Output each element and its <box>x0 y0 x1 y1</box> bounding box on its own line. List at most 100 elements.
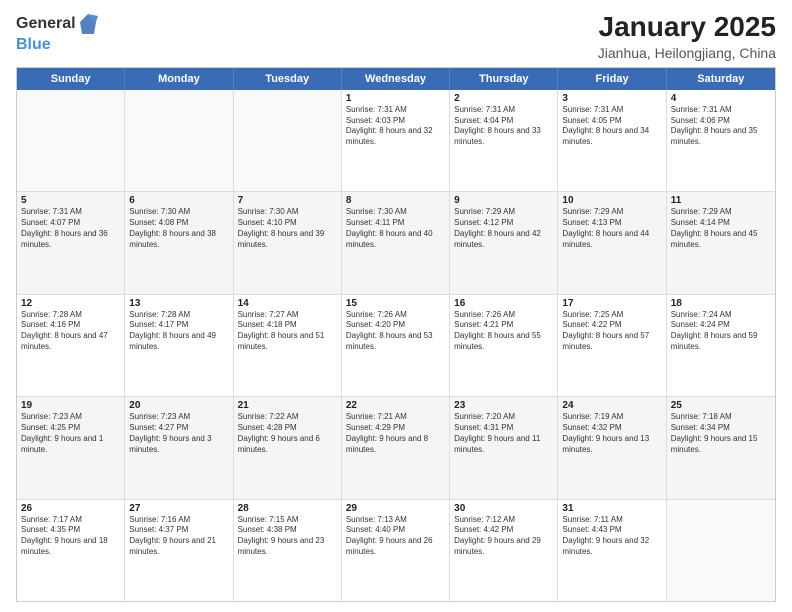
day-info: Sunrise: 7:30 AM Sunset: 4:08 PM Dayligh… <box>129 207 228 250</box>
day-number: 9 <box>454 195 553 206</box>
header: General Blue January 2025 Jianhua, Heilo… <box>16 12 776 61</box>
title-location: Jianhua, Heilongjiang, China <box>598 45 776 61</box>
day-number: 22 <box>346 400 445 411</box>
calendar-cell: 2Sunrise: 7:31 AM Sunset: 4:04 PM Daylig… <box>450 90 558 191</box>
calendar-week-4: 19Sunrise: 7:23 AM Sunset: 4:25 PM Dayli… <box>17 397 775 499</box>
day-info: Sunrise: 7:19 AM Sunset: 4:32 PM Dayligh… <box>562 412 661 455</box>
day-number: 12 <box>21 298 120 309</box>
day-number: 20 <box>129 400 228 411</box>
calendar-cell: 12Sunrise: 7:28 AM Sunset: 4:16 PM Dayli… <box>17 295 125 396</box>
calendar-cell: 21Sunrise: 7:22 AM Sunset: 4:28 PM Dayli… <box>234 397 342 498</box>
day-info: Sunrise: 7:13 AM Sunset: 4:40 PM Dayligh… <box>346 515 445 558</box>
calendar-cell <box>17 90 125 191</box>
day-number: 8 <box>346 195 445 206</box>
day-info: Sunrise: 7:29 AM Sunset: 4:12 PM Dayligh… <box>454 207 553 250</box>
day-number: 24 <box>562 400 661 411</box>
day-info: Sunrise: 7:16 AM Sunset: 4:37 PM Dayligh… <box>129 515 228 558</box>
day-info: Sunrise: 7:31 AM Sunset: 4:06 PM Dayligh… <box>671 105 771 148</box>
calendar-cell: 9Sunrise: 7:29 AM Sunset: 4:12 PM Daylig… <box>450 192 558 293</box>
col-tuesday: Tuesday <box>234 68 342 90</box>
day-info: Sunrise: 7:29 AM Sunset: 4:13 PM Dayligh… <box>562 207 661 250</box>
day-number: 3 <box>562 93 661 104</box>
calendar-week-1: 1Sunrise: 7:31 AM Sunset: 4:03 PM Daylig… <box>17 90 775 192</box>
day-number: 31 <box>562 503 661 514</box>
logo-blue: Blue <box>16 36 98 54</box>
calendar-cell: 11Sunrise: 7:29 AM Sunset: 4:14 PM Dayli… <box>667 192 775 293</box>
logo-icon <box>78 12 98 36</box>
day-info: Sunrise: 7:27 AM Sunset: 4:18 PM Dayligh… <box>238 310 337 353</box>
title-month: January 2025 <box>598 12 776 43</box>
day-number: 10 <box>562 195 661 206</box>
day-number: 14 <box>238 298 337 309</box>
calendar-cell: 28Sunrise: 7:15 AM Sunset: 4:38 PM Dayli… <box>234 500 342 601</box>
day-number: 13 <box>129 298 228 309</box>
day-info: Sunrise: 7:31 AM Sunset: 4:07 PM Dayligh… <box>21 207 120 250</box>
calendar-cell: 26Sunrise: 7:17 AM Sunset: 4:35 PM Dayli… <box>17 500 125 601</box>
day-info: Sunrise: 7:21 AM Sunset: 4:29 PM Dayligh… <box>346 412 445 455</box>
day-number: 6 <box>129 195 228 206</box>
day-info: Sunrise: 7:31 AM Sunset: 4:04 PM Dayligh… <box>454 105 553 148</box>
day-number: 29 <box>346 503 445 514</box>
calendar-cell: 29Sunrise: 7:13 AM Sunset: 4:40 PM Dayli… <box>342 500 450 601</box>
day-number: 27 <box>129 503 228 514</box>
calendar-cell: 22Sunrise: 7:21 AM Sunset: 4:29 PM Dayli… <box>342 397 450 498</box>
day-number: 28 <box>238 503 337 514</box>
calendar-cell: 23Sunrise: 7:20 AM Sunset: 4:31 PM Dayli… <box>450 397 558 498</box>
day-number: 1 <box>346 93 445 104</box>
day-number: 2 <box>454 93 553 104</box>
day-info: Sunrise: 7:30 AM Sunset: 4:10 PM Dayligh… <box>238 207 337 250</box>
col-monday: Monday <box>125 68 233 90</box>
day-number: 18 <box>671 298 771 309</box>
calendar-cell: 18Sunrise: 7:24 AM Sunset: 4:24 PM Dayli… <box>667 295 775 396</box>
page: General Blue January 2025 Jianhua, Heilo… <box>0 0 792 612</box>
day-number: 4 <box>671 93 771 104</box>
calendar-header: Sunday Monday Tuesday Wednesday Thursday… <box>17 68 775 90</box>
calendar-cell <box>125 90 233 191</box>
calendar-cell: 25Sunrise: 7:18 AM Sunset: 4:34 PM Dayli… <box>667 397 775 498</box>
calendar-week-2: 5Sunrise: 7:31 AM Sunset: 4:07 PM Daylig… <box>17 192 775 294</box>
day-info: Sunrise: 7:30 AM Sunset: 4:11 PM Dayligh… <box>346 207 445 250</box>
title-block: January 2025 Jianhua, Heilongjiang, Chin… <box>598 12 776 61</box>
day-number: 7 <box>238 195 337 206</box>
day-number: 19 <box>21 400 120 411</box>
calendar-cell: 13Sunrise: 7:28 AM Sunset: 4:17 PM Dayli… <box>125 295 233 396</box>
day-info: Sunrise: 7:18 AM Sunset: 4:34 PM Dayligh… <box>671 412 771 455</box>
col-sunday: Sunday <box>17 68 125 90</box>
day-info: Sunrise: 7:26 AM Sunset: 4:21 PM Dayligh… <box>454 310 553 353</box>
calendar-cell: 4Sunrise: 7:31 AM Sunset: 4:06 PM Daylig… <box>667 90 775 191</box>
logo: General Blue <box>16 12 98 54</box>
col-friday: Friday <box>558 68 666 90</box>
day-info: Sunrise: 7:28 AM Sunset: 4:17 PM Dayligh… <box>129 310 228 353</box>
day-info: Sunrise: 7:15 AM Sunset: 4:38 PM Dayligh… <box>238 515 337 558</box>
calendar-cell: 5Sunrise: 7:31 AM Sunset: 4:07 PM Daylig… <box>17 192 125 293</box>
col-thursday: Thursday <box>450 68 558 90</box>
day-info: Sunrise: 7:12 AM Sunset: 4:42 PM Dayligh… <box>454 515 553 558</box>
day-info: Sunrise: 7:31 AM Sunset: 4:05 PM Dayligh… <box>562 105 661 148</box>
day-number: 21 <box>238 400 337 411</box>
day-info: Sunrise: 7:17 AM Sunset: 4:35 PM Dayligh… <box>21 515 120 558</box>
calendar-cell: 8Sunrise: 7:30 AM Sunset: 4:11 PM Daylig… <box>342 192 450 293</box>
day-number: 30 <box>454 503 553 514</box>
day-info: Sunrise: 7:22 AM Sunset: 4:28 PM Dayligh… <box>238 412 337 455</box>
calendar-cell: 15Sunrise: 7:26 AM Sunset: 4:20 PM Dayli… <box>342 295 450 396</box>
day-info: Sunrise: 7:31 AM Sunset: 4:03 PM Dayligh… <box>346 105 445 148</box>
calendar-cell: 3Sunrise: 7:31 AM Sunset: 4:05 PM Daylig… <box>558 90 666 191</box>
day-number: 23 <box>454 400 553 411</box>
day-number: 11 <box>671 195 771 206</box>
day-info: Sunrise: 7:24 AM Sunset: 4:24 PM Dayligh… <box>671 310 771 353</box>
calendar-cell: 1Sunrise: 7:31 AM Sunset: 4:03 PM Daylig… <box>342 90 450 191</box>
day-info: Sunrise: 7:29 AM Sunset: 4:14 PM Dayligh… <box>671 207 771 250</box>
calendar-body: 1Sunrise: 7:31 AM Sunset: 4:03 PM Daylig… <box>17 90 775 601</box>
col-wednesday: Wednesday <box>342 68 450 90</box>
calendar-cell: 27Sunrise: 7:16 AM Sunset: 4:37 PM Dayli… <box>125 500 233 601</box>
day-info: Sunrise: 7:11 AM Sunset: 4:43 PM Dayligh… <box>562 515 661 558</box>
calendar-cell: 10Sunrise: 7:29 AM Sunset: 4:13 PM Dayli… <box>558 192 666 293</box>
calendar-cell: 7Sunrise: 7:30 AM Sunset: 4:10 PM Daylig… <box>234 192 342 293</box>
calendar-cell: 14Sunrise: 7:27 AM Sunset: 4:18 PM Dayli… <box>234 295 342 396</box>
day-number: 17 <box>562 298 661 309</box>
day-number: 5 <box>21 195 120 206</box>
calendar: Sunday Monday Tuesday Wednesday Thursday… <box>16 67 776 602</box>
calendar-cell: 30Sunrise: 7:12 AM Sunset: 4:42 PM Dayli… <box>450 500 558 601</box>
calendar-cell: 19Sunrise: 7:23 AM Sunset: 4:25 PM Dayli… <box>17 397 125 498</box>
calendar-week-5: 26Sunrise: 7:17 AM Sunset: 4:35 PM Dayli… <box>17 500 775 601</box>
